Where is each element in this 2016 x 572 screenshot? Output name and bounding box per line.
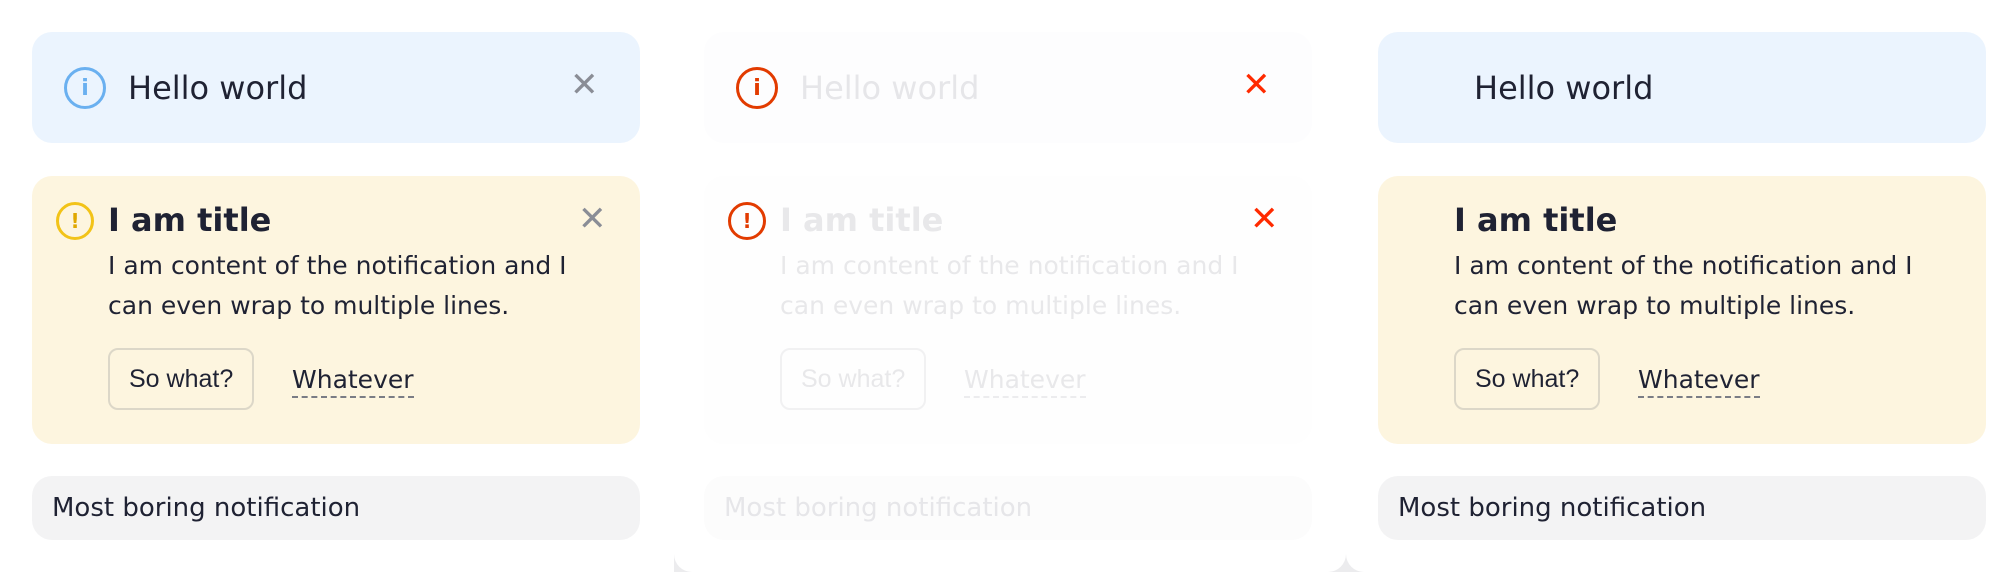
close-icon[interactable]: ✕ [1242, 68, 1271, 102]
so-what-button[interactable]: So what? [108, 348, 255, 410]
panel-default: i Hello world ✕ ! I am title ✕ I am cont… [0, 0, 674, 572]
notification-message: Hello world [1474, 69, 1654, 107]
notification-content: I am content of the notification and I c… [780, 251, 1239, 320]
info-notification: Hello world [1378, 32, 1986, 143]
warning-notification: ! I am title ✕ I am content of the notif… [32, 176, 640, 444]
notification-title: I am title [1454, 201, 1618, 239]
so-what-button[interactable]: So what? [780, 348, 927, 410]
whatever-link[interactable]: Whatever [964, 364, 1086, 398]
warning-icon: ! [56, 202, 94, 240]
notification-message: Hello world [800, 69, 980, 107]
warning-icon: ! [728, 202, 766, 240]
notification-content: I am content of the notification and I c… [108, 251, 567, 320]
notification-title: I am title [780, 201, 944, 239]
notification-message: Most boring notification [1398, 493, 1707, 523]
whatever-link[interactable]: Whatever [292, 364, 414, 398]
info-icon: i [64, 67, 106, 109]
so-what-button[interactable]: So what? [1454, 348, 1601, 410]
notification-message: Most boring notification [724, 493, 1033, 523]
info-notification: i Hello world ✕ [704, 32, 1312, 143]
plain-notification: Most boring notification [704, 476, 1312, 540]
plain-notification: Most boring notification [32, 476, 640, 540]
close-icon[interactable]: ✕ [578, 202, 607, 236]
plain-notification: Most boring notification [1378, 476, 1986, 540]
notification-content: I am content of the notification and I c… [1454, 251, 1913, 320]
notification-message: Most boring notification [52, 493, 361, 523]
panel-no-icons: Hello world I am title I am content of t… [1346, 0, 2016, 572]
warning-notification: I am title I am content of the notificat… [1378, 176, 1986, 444]
close-icon[interactable]: ✕ [1250, 202, 1279, 236]
warning-notification: ! I am title ✕ I am content of the notif… [704, 176, 1312, 444]
notification-title: I am title [108, 201, 272, 239]
close-icon[interactable]: ✕ [570, 68, 599, 102]
whatever-link[interactable]: Whatever [1638, 364, 1760, 398]
info-notification: i Hello world ✕ [32, 32, 640, 143]
notification-showcase: i Hello world ✕ ! I am title ✕ I am cont… [0, 0, 2016, 572]
info-icon: i [736, 67, 778, 109]
notification-message: Hello world [128, 69, 308, 107]
panel-faded: i Hello world ✕ ! I am title ✕ I am cont… [674, 0, 1346, 572]
